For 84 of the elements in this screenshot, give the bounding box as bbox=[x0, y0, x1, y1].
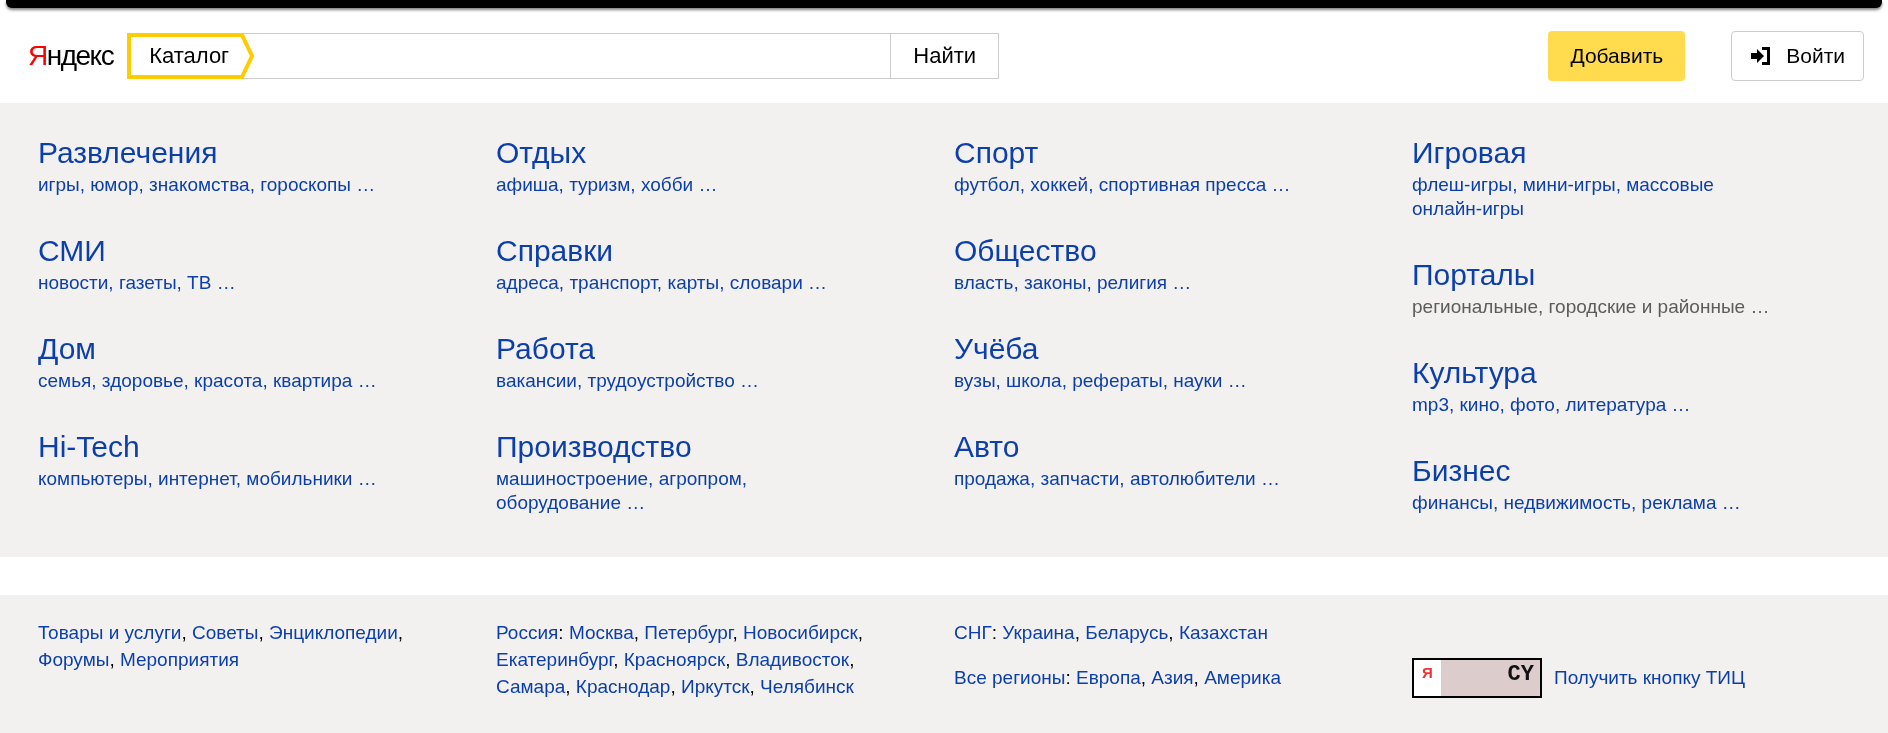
separator: , bbox=[1074, 622, 1080, 643]
category-link[interactable]: Общество bbox=[954, 231, 1392, 271]
category-subtitle[interactable]: семья, здоровье, красота, квартира … bbox=[38, 369, 398, 393]
category-link[interactable]: Справки bbox=[496, 231, 934, 271]
separator: , bbox=[732, 622, 738, 643]
category-subtitle[interactable]: mp3, кино, фото, литература … bbox=[1412, 393, 1772, 417]
separator: , bbox=[857, 622, 864, 643]
separator: , bbox=[565, 676, 571, 697]
region-link[interactable]: Казахстан bbox=[1178, 622, 1268, 643]
region-link[interactable]: Украина bbox=[1002, 622, 1075, 643]
tag-arrow-icon bbox=[239, 32, 256, 79]
category-subtitle[interactable]: афиша, туризм, хобби … bbox=[496, 173, 856, 197]
separator: , bbox=[258, 622, 264, 643]
add-button[interactable]: Добавить bbox=[1548, 30, 1686, 81]
category-link[interactable]: Работа bbox=[496, 329, 934, 369]
separator: , bbox=[181, 622, 187, 643]
region-link[interactable]: Мероприятия bbox=[119, 649, 240, 670]
region-link[interactable]: Азия bbox=[1151, 667, 1194, 688]
category-subtitle[interactable]: вузы, школа, рефераты, науки … bbox=[954, 369, 1314, 393]
separator: : bbox=[1065, 667, 1071, 688]
category-subtitle[interactable]: игры, юмор, знакомства, гороскопы … bbox=[38, 173, 398, 197]
category-link[interactable]: Производство bbox=[496, 427, 934, 467]
category-link[interactable]: Дом bbox=[38, 329, 476, 369]
category-subtitle[interactable]: новости, газеты, ТВ … bbox=[38, 271, 398, 295]
region-link[interactable]: Самара bbox=[496, 676, 566, 697]
citation-badge[interactable]: Я CY bbox=[1412, 658, 1542, 698]
region-link[interactable]: Энциклопедии bbox=[269, 622, 398, 643]
badge-link[interactable]: Получить кнопку ТИЦ bbox=[1554, 667, 1746, 689]
separator: : bbox=[991, 622, 997, 643]
category-link[interactable]: Отдых bbox=[496, 133, 934, 173]
category-link[interactable]: Hi-Tech bbox=[38, 427, 476, 467]
separator: , bbox=[725, 649, 731, 670]
region-link[interactable]: Товары и услуги bbox=[38, 622, 182, 643]
region-link[interactable]: Все регионы bbox=[954, 667, 1066, 688]
region-link[interactable]: Европа bbox=[1076, 667, 1141, 688]
category-subtitle[interactable]: продажа, запчасти, автолюбители … bbox=[954, 467, 1314, 491]
separator: , bbox=[1140, 667, 1147, 688]
separator: : bbox=[558, 622, 564, 643]
separator: , bbox=[633, 622, 640, 643]
category-link[interactable]: Спорт bbox=[954, 133, 1392, 173]
category-subtitle[interactable]: региональные, городские и районные … bbox=[1412, 295, 1772, 319]
separator: , bbox=[849, 649, 855, 670]
region-link[interactable]: Иркутск bbox=[680, 676, 750, 697]
category-subtitle[interactable]: вакансии, трудоустройство … bbox=[496, 369, 856, 393]
category-subtitle[interactable]: финансы, недвижимость, реклама … bbox=[1412, 491, 1772, 515]
category-subtitle[interactable]: футбол, хоккей, спортивная пресса … bbox=[954, 173, 1314, 197]
login-button[interactable]: Войти bbox=[1731, 30, 1864, 81]
category-subtitle[interactable]: компьютеры, интернет, мобильники … bbox=[38, 467, 398, 491]
category-subtitle[interactable]: адреса, транспорт, карты, словари … bbox=[496, 271, 856, 295]
region-link[interactable]: Краснодар bbox=[575, 676, 671, 697]
category-link[interactable]: СМИ bbox=[38, 231, 476, 271]
region-link[interactable]: Беларусь bbox=[1085, 622, 1169, 643]
category-link[interactable]: Игровая bbox=[1412, 133, 1850, 173]
category-link[interactable]: Порталы bbox=[1412, 255, 1850, 295]
region-link[interactable]: Советы bbox=[192, 622, 259, 643]
region-link[interactable]: Красноярск bbox=[623, 649, 726, 670]
region-link[interactable]: СНГ bbox=[954, 622, 992, 643]
region-link[interactable]: Екатеринбург bbox=[496, 649, 614, 670]
category-link[interactable]: Бизнес bbox=[1412, 451, 1850, 491]
region-link[interactable]: Форумы bbox=[38, 649, 110, 670]
category-link[interactable]: Учёба bbox=[954, 329, 1392, 369]
region-link[interactable]: Новосибирск bbox=[743, 622, 858, 643]
region-link[interactable]: Петербург bbox=[644, 622, 733, 643]
category-link[interactable]: Авто bbox=[954, 427, 1392, 467]
category-link[interactable]: Культура bbox=[1412, 353, 1850, 393]
separator: , bbox=[613, 649, 619, 670]
category-subtitle[interactable]: машиностроение, агропром, оборудование … bbox=[496, 467, 856, 515]
category-link[interactable]: Развлечения bbox=[38, 133, 476, 173]
separator: , bbox=[1193, 667, 1199, 688]
separator: , bbox=[749, 676, 755, 697]
region-link[interactable]: Челябинск bbox=[760, 676, 854, 697]
category-subtitle[interactable]: власть, законы, религия … bbox=[954, 271, 1314, 295]
category-subtitle[interactable]: флеш-игры, мини-игры, массовые онлайн-игры bbox=[1412, 173, 1772, 221]
separator: , bbox=[109, 649, 115, 670]
search-field[interactable]: Каталог Найти bbox=[127, 32, 1000, 79]
region-link[interactable]: Америка bbox=[1204, 667, 1281, 688]
region-link[interactable]: Россия bbox=[496, 622, 559, 643]
separator: , bbox=[397, 622, 404, 643]
login-icon bbox=[1750, 44, 1773, 67]
separator: , bbox=[670, 676, 676, 697]
logo[interactable]: Яндекс bbox=[28, 39, 114, 72]
region-link[interactable]: Владивосток bbox=[735, 649, 850, 670]
region-link[interactable]: Москва bbox=[568, 622, 634, 643]
separator: , bbox=[1168, 622, 1174, 643]
